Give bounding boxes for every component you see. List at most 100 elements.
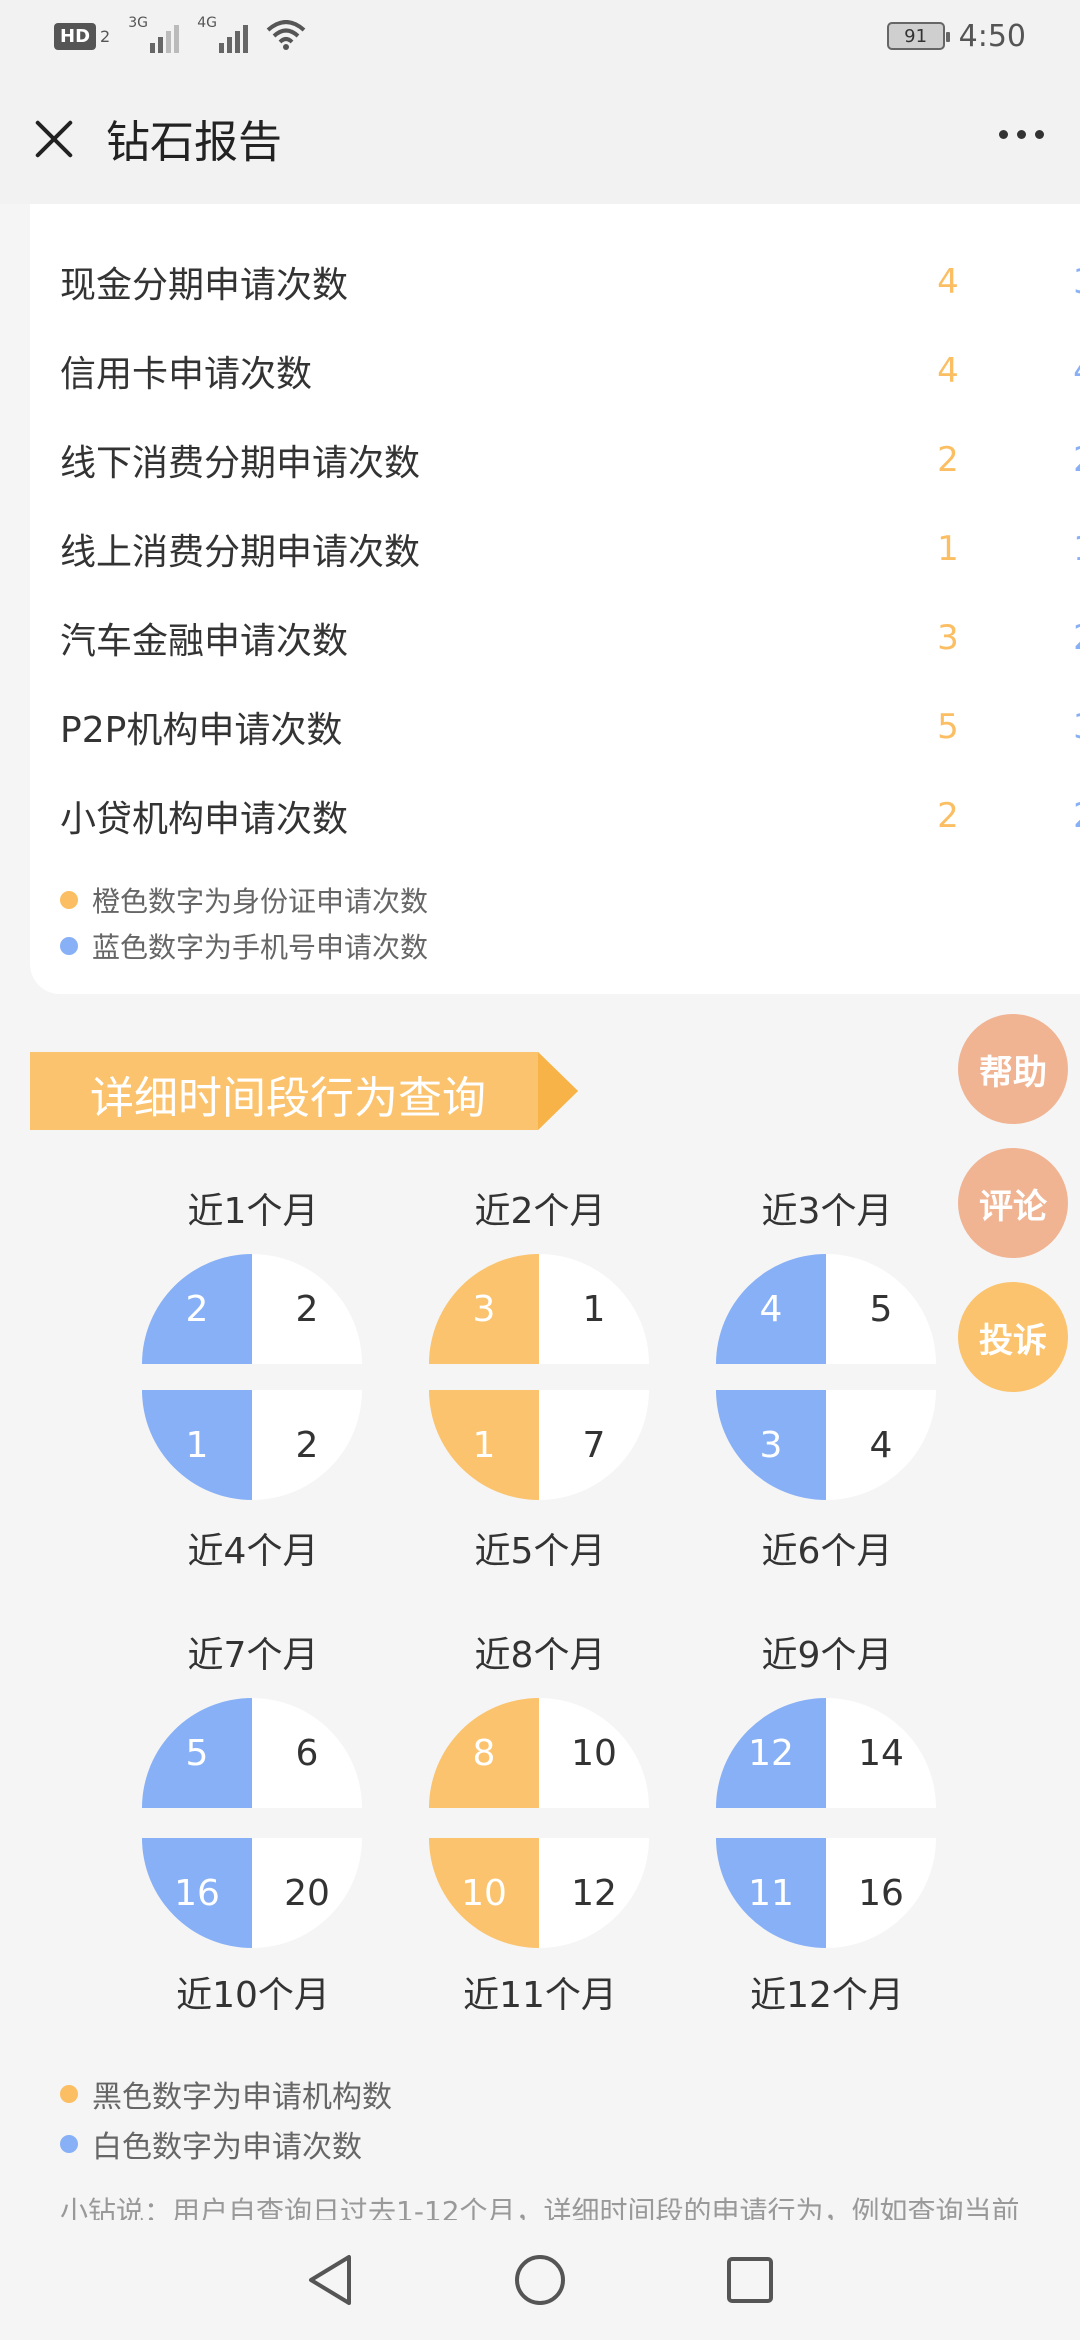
row-label: P2P机构申请次数 bbox=[60, 710, 343, 751]
signal-3g-icon: 3G bbox=[128, 15, 180, 53]
wifi-icon bbox=[266, 20, 306, 50]
org-count-value: 20 bbox=[252, 1838, 362, 1948]
status-left: HD 2 3G 4G bbox=[54, 15, 306, 53]
navigation-bar bbox=[0, 2220, 1080, 2340]
app-bar: 钻石报告 bbox=[0, 72, 1080, 204]
orange-dot-icon bbox=[60, 891, 78, 909]
app-count-value: 11 bbox=[716, 1838, 826, 1948]
clock: 4:50 bbox=[958, 18, 1026, 54]
id-count: 3 bbox=[937, 618, 959, 658]
help-button[interactable]: 帮助 bbox=[958, 1014, 1068, 1124]
period-label-top: 近2个月 bbox=[474, 1191, 606, 1232]
legend-blue: 蓝色数字为手机号申请次数 bbox=[60, 926, 428, 966]
org-count-value: 1 bbox=[539, 1254, 649, 1364]
app-count-value: 1 bbox=[142, 1390, 252, 1500]
period-legend-white-text: 白色数字为申请次数 bbox=[92, 2130, 362, 2165]
period-label-top: 近1个月 bbox=[187, 1191, 319, 1232]
org-count-value: 16 bbox=[826, 1838, 936, 1948]
app-count-value: 3 bbox=[716, 1390, 826, 1500]
legend-orange: 橙色数字为身份证申请次数 bbox=[60, 880, 428, 920]
list-item: 小贷机构申请次数 2 2 bbox=[60, 786, 1080, 846]
app-count-value: 1 bbox=[429, 1390, 539, 1500]
nav-back-icon[interactable] bbox=[300, 2250, 360, 2310]
period-label-bottom: 近11个月 bbox=[463, 1975, 617, 2016]
hd-sub: 2 bbox=[100, 26, 111, 46]
org-count-value: 5 bbox=[826, 1254, 936, 1364]
app-count-value: 10 bbox=[429, 1838, 539, 1948]
status-right: 91 4:50 bbox=[886, 18, 1026, 54]
app-count-value: 12 bbox=[716, 1698, 826, 1808]
period-label-bottom: 近4个月 bbox=[187, 1531, 319, 1572]
period-label-top: 近3个月 bbox=[761, 1191, 893, 1232]
id-count: 2 bbox=[937, 796, 959, 836]
help-label: 帮助 bbox=[979, 1052, 1047, 1093]
hd-label: HD bbox=[60, 25, 91, 47]
blue-dot-icon bbox=[60, 2135, 78, 2153]
orange-dot-icon bbox=[60, 2085, 78, 2103]
period-label-bottom: 近12个月 bbox=[750, 1975, 904, 2016]
blue-dot-icon bbox=[60, 937, 78, 955]
period-label-top: 近9个月 bbox=[761, 1635, 893, 1676]
close-icon[interactable] bbox=[32, 116, 76, 160]
org-count-value: 6 bbox=[252, 1698, 362, 1808]
app-count-value: 16 bbox=[142, 1838, 252, 1948]
net-3g-label: 3G bbox=[128, 15, 148, 31]
phone-count: 4 bbox=[1064, 351, 1080, 391]
hd-badge: HD bbox=[54, 22, 97, 50]
row-label: 现金分期申请次数 bbox=[60, 265, 349, 306]
section-title: 详细时间段行为查询 bbox=[90, 1073, 486, 1124]
phone-count: 3 bbox=[1064, 262, 1080, 302]
app-count-value: 3 bbox=[429, 1254, 539, 1364]
comment-label: 评论 bbox=[979, 1186, 1047, 1227]
id-count: 4 bbox=[937, 351, 959, 391]
list-item: 线上消费分期申请次数 1 1 bbox=[60, 519, 1080, 579]
period-legend-black: 黑色数字为申请机构数 bbox=[60, 2072, 392, 2116]
org-count-value: 7 bbox=[539, 1390, 649, 1500]
battery-level: 91 bbox=[904, 25, 928, 47]
list-item: 现金分期申请次数 4 3 bbox=[60, 252, 1080, 312]
row-label: 线下消费分期申请次数 bbox=[60, 443, 421, 484]
comment-button[interactable]: 评论 bbox=[958, 1148, 1068, 1258]
section-banner: 详细时间段行为查询 bbox=[30, 1052, 578, 1130]
net-4g-label: 4G bbox=[197, 15, 217, 31]
row-label: 小贷机构申请次数 bbox=[60, 799, 349, 840]
application-counts-card: 现金分期申请次数 4 3 信用卡申请次数 4 4 线下消费分期申请次数 2 2 … bbox=[30, 204, 1080, 994]
phone-count: 2 bbox=[1064, 440, 1080, 480]
app-count-value: 2 bbox=[142, 1254, 252, 1364]
more-options-icon[interactable] bbox=[999, 130, 1044, 139]
period-label-bottom: 近6个月 bbox=[761, 1531, 893, 1572]
id-count: 4 bbox=[937, 262, 959, 302]
nav-home-icon[interactable] bbox=[510, 2250, 570, 2310]
status-bar: HD 2 3G 4G 91 4:50 bbox=[0, 0, 1080, 72]
org-count-value: 10 bbox=[539, 1698, 649, 1808]
row-label: 汽车金融申请次数 bbox=[60, 621, 349, 662]
battery-icon: 91 bbox=[886, 22, 950, 50]
complaint-button[interactable]: 投诉 bbox=[958, 1282, 1068, 1392]
row-label: 线上消费分期申请次数 bbox=[60, 532, 421, 573]
signal-4g-icon: 4G bbox=[197, 15, 249, 53]
app-count-value: 5 bbox=[142, 1698, 252, 1808]
phone-count: 1 bbox=[1064, 529, 1080, 569]
period-legend-white: 白色数字为申请次数 bbox=[60, 2122, 362, 2166]
complaint-label: 投诉 bbox=[979, 1320, 1047, 1361]
list-item: 信用卡申请次数 4 4 bbox=[60, 341, 1080, 401]
org-count-value: 14 bbox=[826, 1698, 936, 1808]
phone-count: 2 bbox=[1064, 618, 1080, 658]
app-count-value: 8 bbox=[429, 1698, 539, 1808]
app-count-value: 4 bbox=[716, 1254, 826, 1364]
phone-count: 2 bbox=[1064, 796, 1080, 836]
legend-blue-text: 蓝色数字为手机号申请次数 bbox=[92, 931, 429, 964]
period-label-top: 近7个月 bbox=[187, 1635, 319, 1676]
id-count: 1 bbox=[937, 529, 959, 569]
list-item: 汽车金融申请次数 3 2 bbox=[60, 608, 1080, 668]
org-count-value: 12 bbox=[539, 1838, 649, 1948]
period-label-bottom: 近10个月 bbox=[176, 1975, 330, 2016]
legend-orange-text: 橙色数字为身份证申请次数 bbox=[92, 885, 429, 918]
period-legend-black-text: 黑色数字为申请机构数 bbox=[92, 2080, 392, 2115]
nav-recents-icon[interactable] bbox=[720, 2250, 780, 2310]
list-item: P2P机构申请次数 5 3 bbox=[60, 697, 1080, 757]
phone-count: 3 bbox=[1064, 707, 1080, 747]
id-count: 2 bbox=[937, 440, 959, 480]
period-label-top: 近8个月 bbox=[474, 1635, 606, 1676]
page-title: 钻石报告 bbox=[106, 117, 282, 168]
